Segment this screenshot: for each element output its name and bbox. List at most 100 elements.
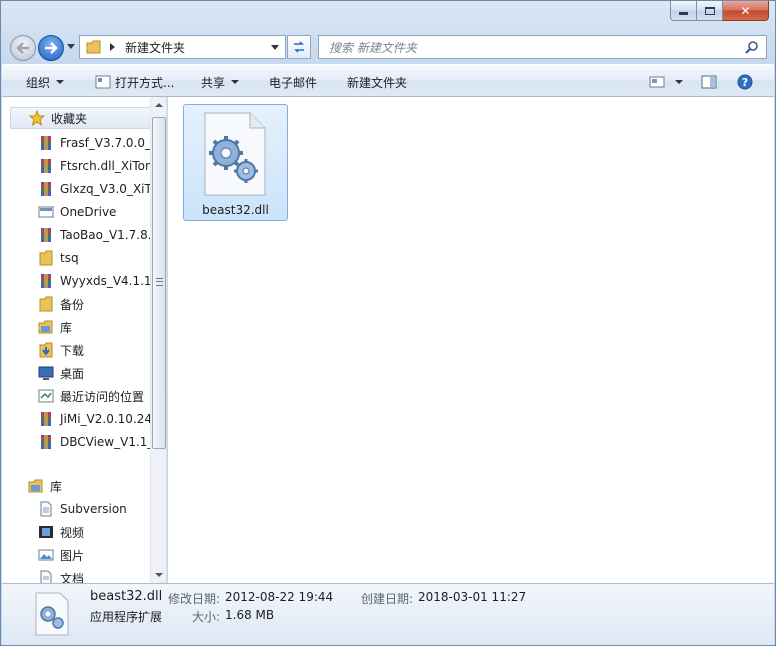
favorites-item-label: Frasf_V3.7.0.0_X [60, 136, 160, 150]
chevron-down-icon [56, 80, 65, 84]
favorites-item[interactable]: tsq [38, 247, 79, 269]
search-box[interactable]: 搜索 新建文件夹 [318, 35, 767, 59]
folder-icon [39, 250, 53, 266]
breadcrumb-separator-icon[interactable] [110, 43, 115, 51]
libraries-item-label: Subversion [60, 502, 127, 516]
desktop-icon [38, 366, 54, 380]
chevron-down-icon[interactable] [675, 80, 683, 84]
document-library-icon [40, 501, 52, 517]
libraries-header[interactable]: 库 [28, 475, 62, 497]
refresh-icon [294, 41, 304, 53]
folder-icon [86, 40, 101, 54]
help-icon: ? [737, 74, 753, 90]
favorites-item[interactable]: 最近访问的位置 [38, 385, 144, 407]
close-button[interactable]: ✕ [723, 1, 769, 21]
downloads-folder-icon [39, 342, 53, 358]
winrar-archive-icon [41, 159, 51, 173]
forward-button[interactable] [38, 35, 64, 61]
back-button[interactable] [10, 35, 36, 61]
libraries-item[interactable]: 图片 [38, 544, 84, 566]
view-icon [649, 76, 665, 88]
email-button[interactable]: 电子邮件 [269, 74, 317, 90]
share-menu[interactable]: 共享 [201, 74, 240, 90]
new-folder-button[interactable]: 新建文件夹 [347, 74, 407, 90]
favorites-item-label: 桌面 [60, 366, 85, 381]
favorites-header[interactable]: 收藏夹 [10, 107, 158, 129]
winrar-archive-icon [41, 435, 51, 449]
details-file-type: 应用程序扩展 [90, 610, 163, 624]
libraries-label: 库 [50, 479, 63, 494]
documents-library-icon [40, 570, 52, 583]
help-button[interactable]: ? [737, 74, 753, 90]
size-value: 1.68 MB [225, 608, 275, 622]
scroll-down-arrow-icon[interactable] [155, 573, 163, 577]
favorites-item-label: Wyyxds_V4.1.1. [60, 274, 156, 288]
open-with-button[interactable]: 打开方式... [95, 74, 174, 90]
command-bar: 组织 打开方式... 共享 电子邮件 新建文件夹 ? [2, 64, 774, 97]
favorites-item-label: 库 [60, 320, 73, 335]
libraries-item-label: 文档 [60, 571, 85, 584]
video-library-icon [39, 526, 53, 538]
winrar-archive-icon [41, 136, 51, 150]
back-arrow-icon [16, 42, 29, 54]
explorer-window: ✕ 新建文件夹 搜索 新建文件夹 组织 打开方式... 共享 电子邮件 新建文件… [0, 0, 776, 646]
favorites-item[interactable]: 库 [38, 316, 72, 338]
favorites-item[interactable]: OneDrive [38, 201, 116, 223]
email-label: 电子邮件 [269, 75, 318, 90]
new-folder-label: 新建文件夹 [347, 75, 408, 90]
library-icon [38, 320, 53, 334]
favorites-item[interactable]: JiMi_V2.0.10.24_ [38, 408, 158, 430]
address-history-dropdown[interactable] [271, 45, 279, 50]
libraries-item[interactable]: 视频 [38, 521, 84, 543]
favorites-item[interactable]: DBCView_V1.1_ [38, 431, 153, 453]
folder-icon [39, 296, 53, 312]
change-view-button[interactable] [649, 74, 683, 90]
favorites-item[interactable]: Ftsrch.dll_XiTon [38, 155, 153, 177]
favorites-item[interactable]: 桌面 [38, 362, 84, 384]
organize-menu[interactable]: 组织 [26, 74, 65, 90]
created-date-label: 创建日期: [361, 592, 414, 606]
maximize-icon [704, 6, 715, 15]
favorites-item-label: 最近访问的位置 [60, 389, 145, 404]
onedrive-icon [38, 206, 54, 218]
libraries-item-label: 视频 [60, 525, 85, 540]
libraries-item[interactable]: Subversion [38, 498, 127, 520]
caption-buttons: ✕ [670, 1, 769, 21]
star-icon [29, 110, 45, 126]
minimize-icon [679, 12, 688, 15]
favorites-item[interactable]: Wyyxds_V4.1.1. [38, 270, 155, 292]
modified-date-label: 修改日期: [168, 592, 221, 606]
address-bar[interactable]: 新建文件夹 [79, 35, 286, 59]
favorites-item-label: Ftsrch.dll_XiTon [60, 159, 153, 173]
libraries-item[interactable]: 文档 [38, 567, 84, 583]
preview-pane-button[interactable] [701, 74, 717, 90]
preview-pane-icon [701, 75, 717, 89]
minimize-button[interactable] [670, 1, 697, 21]
favorites-item-label: tsq [60, 251, 79, 265]
favorites-item[interactable]: 备份 [38, 293, 84, 315]
nav-scrollbar[interactable] [150, 97, 166, 583]
scroll-up-arrow-icon[interactable] [155, 103, 163, 107]
favorites-label: 收藏夹 [51, 111, 88, 126]
winrar-archive-icon [41, 182, 51, 196]
favorites-item-label: 下载 [60, 343, 85, 358]
libraries-item-label: 图片 [60, 548, 85, 563]
recent-pages-dropdown[interactable] [67, 44, 75, 49]
maximize-button[interactable] [697, 1, 723, 21]
favorites-item[interactable]: Glxzq_V3.0_XiTo [38, 178, 157, 200]
refresh-button[interactable] [287, 35, 311, 59]
favorites-item[interactable]: TaoBao_V1.7.8. [38, 224, 152, 246]
search-icon[interactable] [745, 40, 759, 54]
scrollbar-thumb[interactable] [152, 117, 166, 449]
file-item-beast32-dll[interactable]: beast32.dll [183, 104, 288, 221]
dll-file-icon [35, 592, 69, 636]
favorites-item-label: 备份 [60, 297, 85, 312]
share-label: 共享 [201, 75, 226, 90]
search-input[interactable]: 搜索 新建文件夹 [329, 39, 417, 56]
navigation-pane: 收藏夹 Frasf_V3.7.0.0_X Ftsrch.dll_XiTon Glxz… [2, 97, 167, 583]
favorites-item[interactable]: Frasf_V3.7.0.0_X [38, 132, 159, 154]
library-icon [28, 479, 43, 493]
breadcrumb-current[interactable]: 新建文件夹 [125, 39, 185, 56]
favorites-item[interactable]: 下载 [38, 339, 84, 361]
file-list-area[interactable]: beast32.dll [168, 97, 774, 583]
